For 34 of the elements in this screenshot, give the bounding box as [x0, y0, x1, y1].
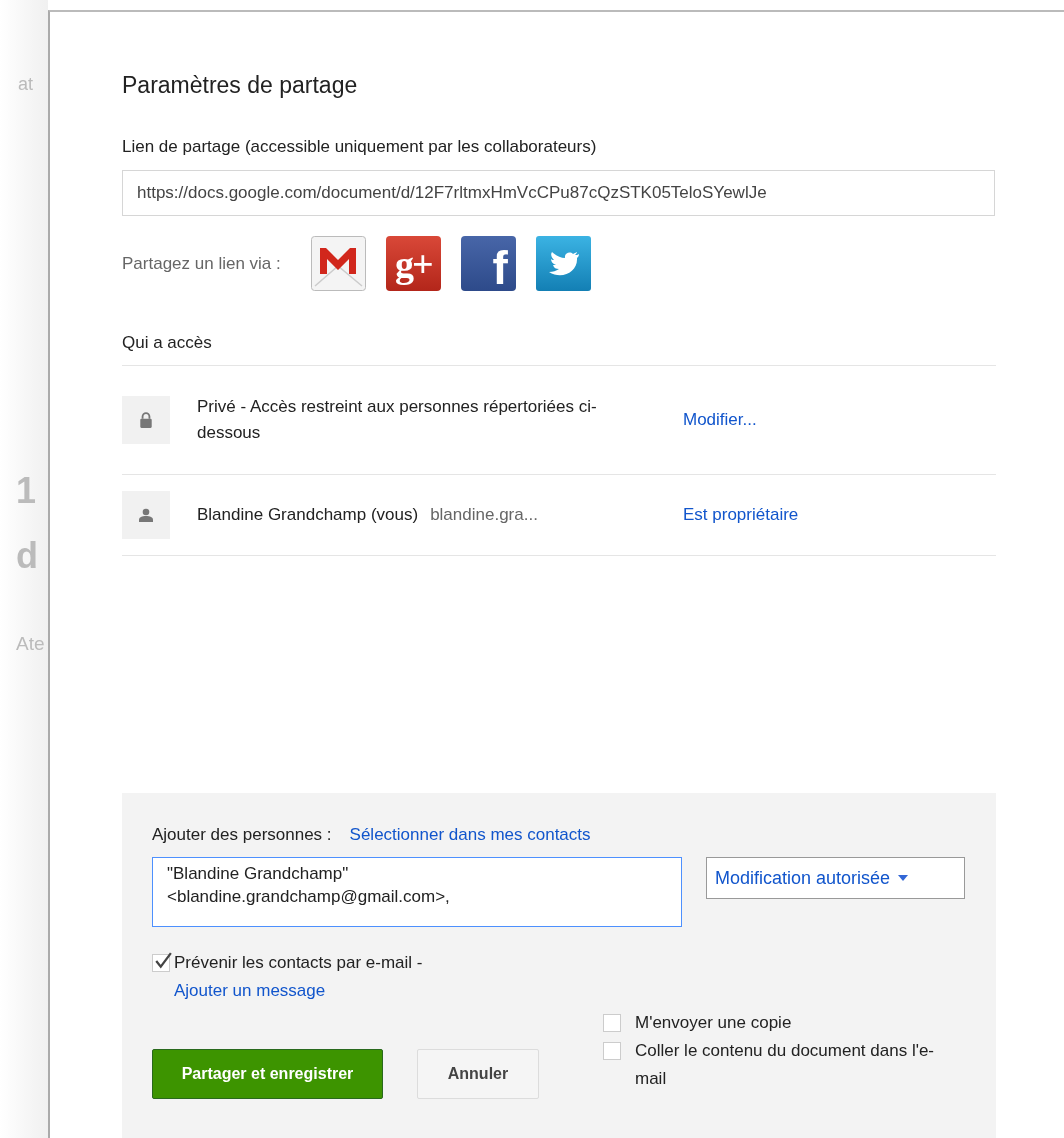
share-label: Partagez un lien via : — [122, 253, 281, 274]
share-save-button[interactable]: Partager et enregistrer — [152, 1049, 383, 1099]
checkbox[interactable] — [603, 1042, 621, 1060]
access-description: Privé - Accès restreint aux personnes répertoriées ci-dessous — [197, 397, 597, 442]
option-label: Coller le contenu du document dans l'e-mail — [635, 1040, 936, 1090]
checkbox[interactable] — [152, 954, 170, 972]
section-heading: Qui a accès — [122, 333, 996, 366]
background-text: 1 — [16, 470, 37, 512]
person-icon — [139, 507, 153, 523]
facebook-button[interactable]: f — [460, 236, 516, 291]
link-field[interactable]: https://docs.google.com/document/d/12F7rltmxHmVcCPu87cQzSTK05TeloSYewlJe — [122, 170, 995, 216]
dialog-title: Paramètres de partage — [122, 72, 359, 99]
cancel-button[interactable]: Annuler — [417, 1049, 539, 1099]
user-name: Blandine Grandchamp (vous) — [197, 505, 419, 524]
google-plus-button[interactable]: g+ — [385, 236, 441, 291]
permission-dropdown[interactable]: Modification autorisée — [706, 857, 965, 899]
user-email: blandine.gra... — [430, 505, 538, 524]
contacts-link[interactable]: Sélectionner dans mes contacts — [349, 825, 591, 845]
option-label: M'envoyer une copie — [635, 1012, 792, 1034]
people-field[interactable]: "Blandine Grandchamp" <blandine.grandchamp@gmail.com>, — [152, 857, 682, 927]
background-text: Ate — [16, 633, 45, 655]
add-message-link[interactable]: Ajouter un message — [174, 981, 326, 1000]
caret-icon — [898, 875, 909, 881]
change-link[interactable]: Modifier... — [683, 410, 757, 430]
envelope-icon[interactable] — [310, 236, 366, 291]
bird-icon[interactable] — [535, 236, 591, 291]
owner-link[interactable]: Est propriétaire — [683, 505, 799, 525]
link-label: Lien de partage (accessible uniquement par les collaborateurs) — [122, 137, 598, 157]
checkbox[interactable] — [603, 1014, 621, 1032]
background-text: d — [16, 535, 38, 577]
add-people-label: Ajouter des personnes : — [152, 825, 332, 845]
notify-text: Prévenir les contacts par e-mail - Ajouter un message — [174, 952, 424, 1002]
background-text: at — [18, 74, 33, 95]
lock-icon — [139, 412, 153, 428]
